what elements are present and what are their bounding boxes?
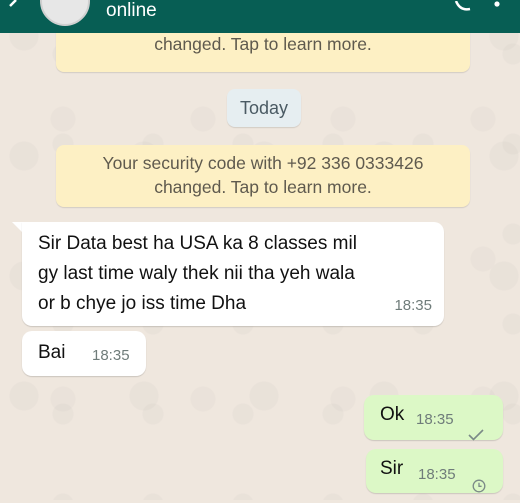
date-chip: Today — [227, 89, 301, 127]
message-text: Ok — [380, 404, 405, 425]
message-text: Sir — [380, 458, 404, 479]
message-time: 18:35 — [92, 347, 130, 364]
back-arrow-icon[interactable] — [2, 0, 24, 33]
message-text: Sir Data best ha USA ka 8 classes mil gy… — [38, 233, 357, 314]
security-notice[interactable]: Your security code with +92 336 0333426 … — [56, 145, 470, 207]
call-icon[interactable] — [454, 0, 472, 12]
message-time: 18:35 — [416, 411, 454, 428]
message-bubble-outgoing[interactable]: Sir 18:35 — [366, 449, 503, 493]
more-options-icon[interactable] — [494, 0, 500, 12]
message-bubble-incoming[interactable]: Bai 18:35 — [22, 331, 146, 376]
security-notice-text: Your security code with +92 336 0333426 … — [102, 153, 424, 197]
message-time: 18:35 — [394, 297, 432, 314]
chat-header: online — [0, 0, 520, 33]
message-bubble-outgoing[interactable]: Ok 18:35 — [364, 395, 503, 441]
avatar[interactable] — [40, 0, 90, 26]
sent-check-icon — [468, 421, 484, 441]
contact-status: online — [106, 0, 157, 21]
message-bubble-incoming[interactable]: Sir Data best ha USA ka 8 classes mil gy… — [22, 222, 444, 326]
pending-clock-icon — [472, 473, 486, 493]
message-time: 18:35 — [418, 466, 456, 483]
message-text: Bai — [38, 342, 66, 363]
